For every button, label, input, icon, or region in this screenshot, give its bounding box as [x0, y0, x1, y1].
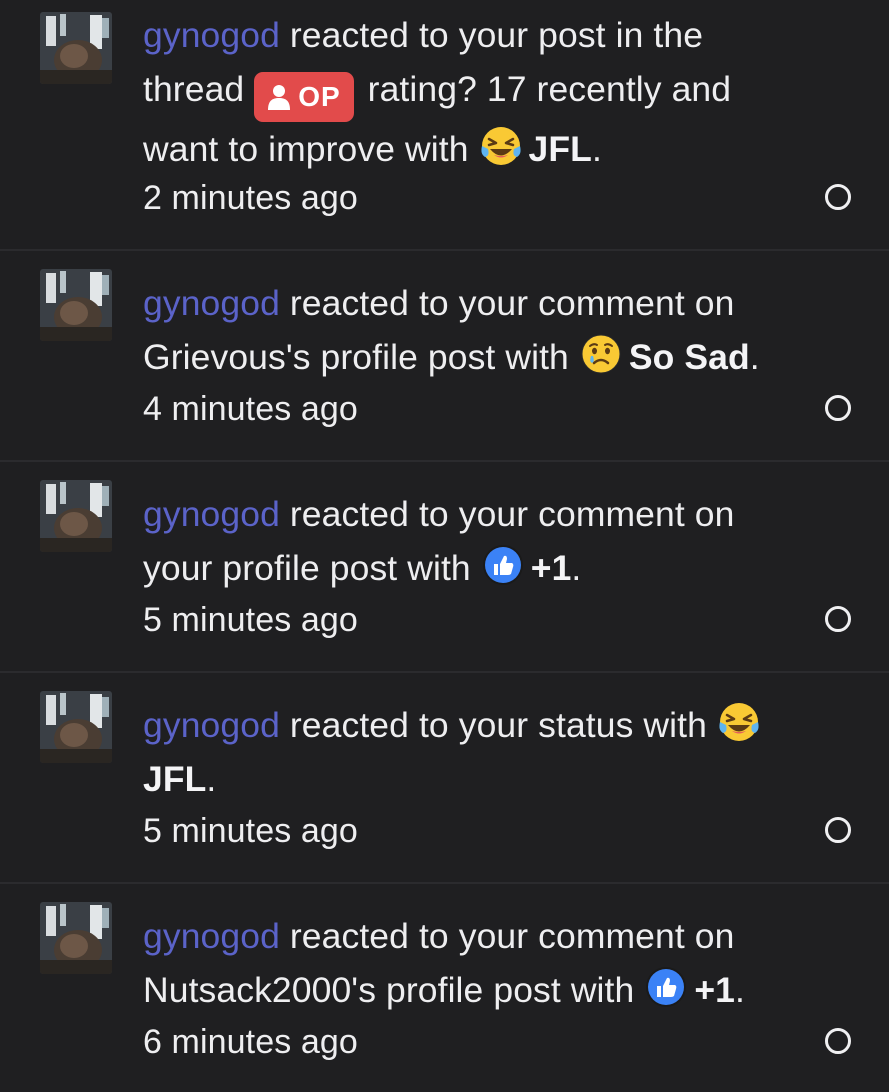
user-icon [268, 85, 291, 110]
avatar[interactable] [40, 12, 112, 84]
alert-text[interactable]: reacted to your status with [280, 705, 717, 745]
laughing-crying-icon [717, 700, 761, 744]
username-link[interactable]: gynogod [143, 494, 280, 534]
period: . [571, 548, 582, 588]
alert-content: gynogod reacted to your comment on your … [143, 487, 809, 645]
thumbs-up-icon [481, 543, 525, 587]
avatar[interactable] [40, 480, 112, 552]
alerts-list: gynogod reacted to your post in the thre… [0, 0, 889, 1092]
period: . [749, 337, 760, 377]
timestamp: 4 minutes ago [143, 390, 358, 428]
avatar[interactable] [40, 902, 112, 974]
timestamp: 5 minutes ago [143, 601, 358, 639]
period: . [591, 129, 602, 169]
mark-read-toggle[interactable] [825, 817, 851, 843]
username-link[interactable]: gynogod [143, 15, 280, 55]
laughing-crying-icon [479, 124, 523, 168]
alert-item[interactable]: gynogod reacted to your status with JFL.… [0, 673, 889, 884]
mark-read-toggle[interactable] [825, 606, 851, 632]
username-link[interactable]: gynogod [143, 916, 280, 956]
timestamp: 5 minutes ago [143, 812, 358, 850]
period: . [206, 759, 217, 799]
op-badge-label: OP [298, 81, 341, 112]
reaction-name: JFL [143, 759, 207, 799]
mark-read-toggle[interactable] [825, 395, 851, 421]
alert-content: gynogod reacted to your status with JFL.… [143, 698, 809, 856]
username-link[interactable]: gynogod [143, 283, 280, 323]
alert-item[interactable]: gynogod reacted to your comment on Griev… [0, 251, 889, 462]
avatar[interactable] [40, 691, 112, 763]
alert-item[interactable]: gynogod reacted to your comment on your … [0, 462, 889, 673]
alert-item[interactable]: gynogod reacted to your comment on Nutsa… [0, 884, 889, 1092]
alert-content: gynogod reacted to your post in the thre… [143, 8, 809, 223]
username-link[interactable]: gynogod [143, 705, 280, 745]
period: . [735, 970, 745, 1010]
thumbs-up-icon [644, 965, 688, 1009]
sad-face-icon [579, 332, 623, 376]
avatar[interactable] [40, 269, 112, 341]
timestamp: 6 minutes ago [143, 1023, 358, 1061]
reaction-name: +1 [530, 548, 572, 588]
op-badge: OP [254, 72, 354, 122]
reaction-name: +1 [694, 970, 735, 1010]
timestamp: 2 minutes ago [143, 179, 358, 217]
alert-content: gynogod reacted to your comment on Nutsa… [143, 909, 809, 1067]
alert-item[interactable]: gynogod reacted to your post in the thre… [0, 0, 889, 251]
mark-read-toggle[interactable] [825, 184, 851, 210]
alert-content: gynogod reacted to your comment on Griev… [143, 276, 809, 434]
reaction-name: JFL [528, 129, 592, 169]
reaction-name: So Sad [628, 337, 750, 377]
mark-read-toggle[interactable] [825, 1028, 851, 1054]
